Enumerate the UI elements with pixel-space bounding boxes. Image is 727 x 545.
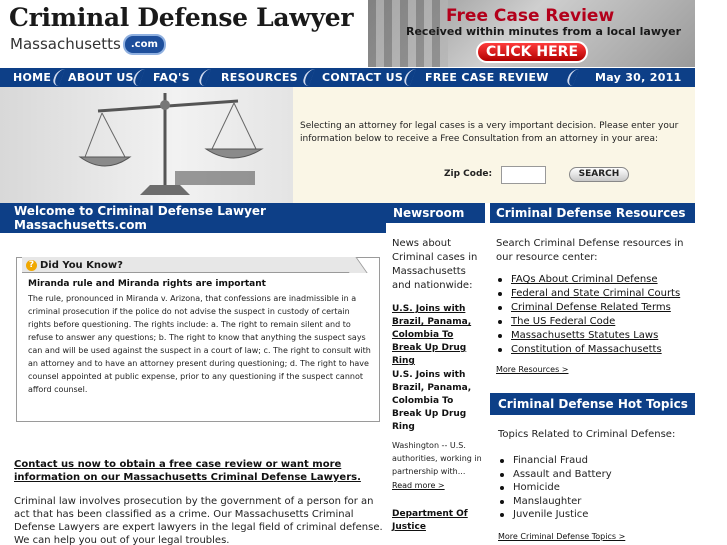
did-you-know-title: Did You Know? [40, 260, 123, 271]
list-item: Juvenile Justice [498, 508, 698, 522]
hot-topics-list: Financial Fraud Assault and Battery Homi… [498, 454, 698, 522]
welcome-title-line2: Massachusetts.com [14, 218, 147, 232]
nav-contact-us[interactable]: CONTACT US [322, 68, 403, 87]
nav-separator [50, 69, 66, 86]
news-title: U.S. Joins with Brazil, Panama, Colombia… [392, 370, 472, 432]
read-more-link[interactable]: Read more > [392, 479, 484, 492]
free-case-review-banner[interactable]: Free Case Review Received within minutes… [368, 0, 695, 67]
nav-separator [300, 69, 316, 86]
resource-link[interactable]: Federal and State Criminal Courts [511, 288, 680, 299]
list-item: FAQs About Criminal Defense [496, 273, 696, 287]
nav-separator [564, 69, 580, 86]
did-you-know-heading: Miranda rule and Miranda rights are impo… [28, 279, 266, 289]
resource-link[interactable]: FAQs About Criminal Defense [511, 274, 658, 285]
nav-separator [401, 69, 417, 86]
nav-faqs[interactable]: FAQ'S [153, 68, 190, 87]
search-button[interactable]: SEARCH [569, 167, 629, 182]
newsroom-column: News about Criminal cases in Massachuset… [392, 237, 484, 534]
hero-intro-text: Selecting an attorney for legal cases is… [300, 121, 679, 144]
contact-us-link[interactable]: Contact us now to obtain a free case rev… [14, 458, 384, 484]
resources-list: FAQs About Criminal Defense Federal and … [496, 273, 696, 357]
nav-free-case-review[interactable]: FREE CASE REVIEW [425, 68, 549, 87]
more-resources-link[interactable]: More Resources > [496, 365, 696, 374]
list-item: Assault and Battery [498, 468, 698, 482]
resource-link[interactable]: Criminal Defense Related Terms [511, 302, 671, 313]
resource-link[interactable]: Constitution of Massachusetts [511, 344, 662, 355]
site-subtitle[interactable]: Massachusetts .com [10, 34, 166, 55]
list-item: Criminal Defense Related Terms [496, 301, 696, 315]
scales-of-justice-image [0, 87, 293, 203]
zip-code-label: Zip Code: [444, 169, 493, 179]
list-item: Manslaughter [498, 495, 698, 509]
com-badge: .com [122, 34, 166, 55]
main-nav: HOME ABOUT US FAQ'S RESOURCES CONTACT US… [0, 68, 695, 87]
site-title[interactable]: Criminal Defense Lawyer [9, 3, 354, 32]
scales-icon [78, 93, 264, 195]
nav-about-us[interactable]: ABOUT US [68, 68, 134, 87]
resource-link[interactable]: The US Federal Code [511, 316, 615, 327]
question-icon: ? [26, 260, 37, 271]
banner-subtitle: Received within minutes from a local law… [406, 25, 682, 38]
site-subtitle-text: Massachusetts [10, 35, 121, 53]
welcome-heading: Welcome to Criminal Defense Lawyer Massa… [0, 203, 386, 233]
more-topics-link[interactable]: More Criminal Defense Topics > [498, 532, 698, 541]
did-you-know-box: ? Did You Know? Miranda rule and Miranda… [16, 257, 380, 422]
banner-title: Free Case Review [446, 6, 615, 26]
hot-topics-column: Topics Related to Criminal Defense: Fina… [498, 428, 698, 541]
site-header: Criminal Defense Lawyer Massachusetts .co… [0, 0, 727, 68]
hot-topics-intro: Topics Related to Criminal Defense: [498, 429, 676, 440]
newsroom-intro: News about Criminal cases in Massachuset… [392, 238, 478, 291]
criminal-law-intro: Criminal law involves prosecution by the… [14, 496, 383, 545]
news-link[interactable]: Department Of Justice [392, 508, 484, 534]
list-item: Massachusetts Statutes Laws [496, 329, 696, 343]
nav-resources[interactable]: RESOURCES [221, 68, 298, 87]
newsroom-heading: Newsroom [386, 203, 485, 223]
click-here-button[interactable]: CLICK HERE [476, 41, 588, 63]
resources-intro: Search Criminal Defense resources in our… [496, 238, 684, 263]
list-item: Constitution of Massachusetts [496, 343, 696, 357]
resource-link[interactable]: Massachusetts Statutes Laws [511, 330, 658, 341]
list-item: Federal and State Criminal Courts [496, 287, 696, 301]
list-item: Financial Fraud [498, 454, 698, 468]
welcome-title-line1: Welcome to Criminal Defense Lawyer [14, 204, 266, 218]
nav-separator [196, 69, 212, 86]
news-link[interactable]: U.S. Joins with Brazil, Panama, Colombia… [392, 303, 484, 368]
news-description: Washington -- U.S. authorities, working … [392, 441, 482, 476]
did-you-know-body: The rule, pronounced in Miranda v. Arizo… [28, 294, 371, 394]
resources-column: Search Criminal Defense resources in our… [496, 237, 696, 374]
list-item: Homicide [498, 481, 698, 495]
hot-topics-heading: Criminal Defense Hot Topics [490, 393, 695, 415]
resources-heading: Criminal Defense Resources [490, 203, 695, 223]
zip-code-input[interactable] [501, 166, 546, 184]
list-item: The US Federal Code [496, 315, 696, 329]
hero-section: Selecting an attorney for legal cases is… [0, 87, 695, 203]
nav-date: May 30, 2011 [595, 71, 682, 84]
nav-home[interactable]: HOME [13, 68, 51, 87]
